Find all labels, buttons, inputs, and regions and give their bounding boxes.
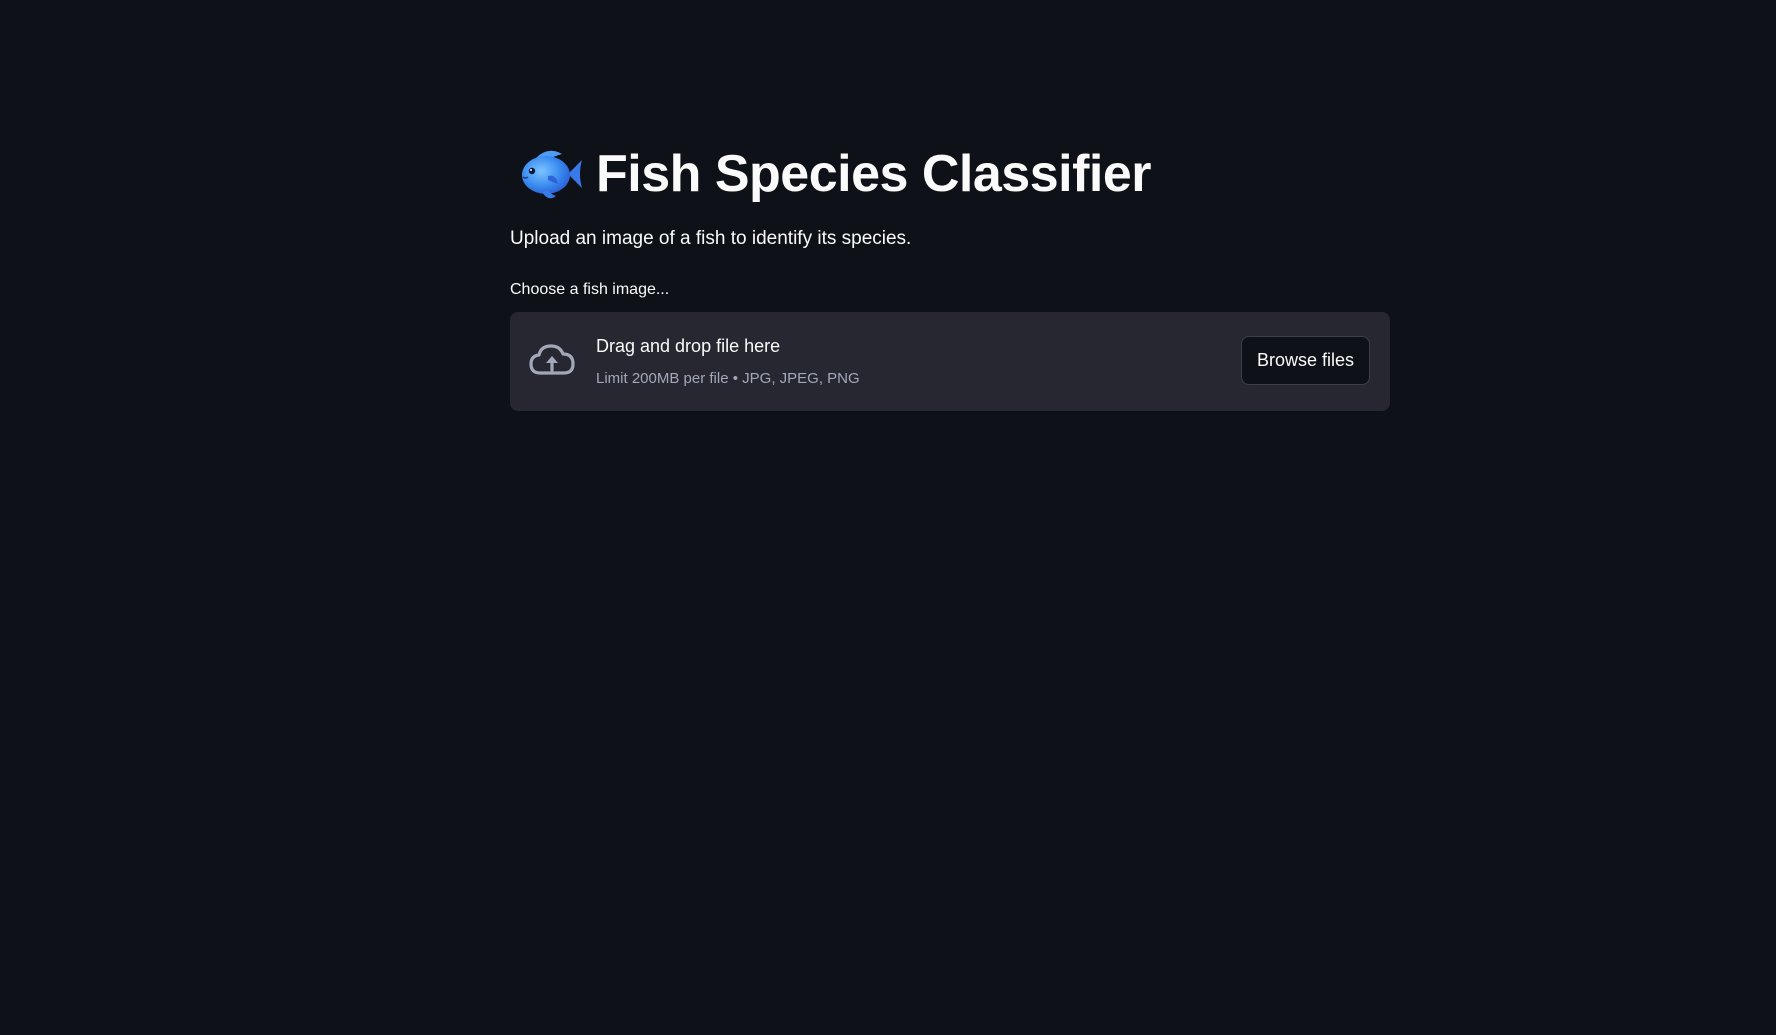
title-row: Fish Species Classifier	[510, 138, 1152, 210]
dropzone-title: Drag and drop file here	[596, 336, 781, 356]
page-subtitle: Upload an image of a fish to identify it…	[510, 228, 912, 249]
cloud-upload-icon	[529, 344, 575, 375]
page-title: Fish Species Classifier	[596, 145, 1152, 203]
file-dropzone[interactable]: Drag and drop file here Limit 200MB per …	[510, 312, 1390, 411]
file-uploader-label: Choose a fish image...	[510, 281, 670, 298]
fish-emoji-icon	[522, 150, 582, 199]
dropzone-limits: Limit 200MB per file • JPG, JPEG, PNG	[596, 370, 860, 387]
app-page: Fish Species Classifier Upload an image …	[0, 0, 1776, 1035]
browse-files-button[interactable]: Browse files	[1240, 336, 1370, 385]
